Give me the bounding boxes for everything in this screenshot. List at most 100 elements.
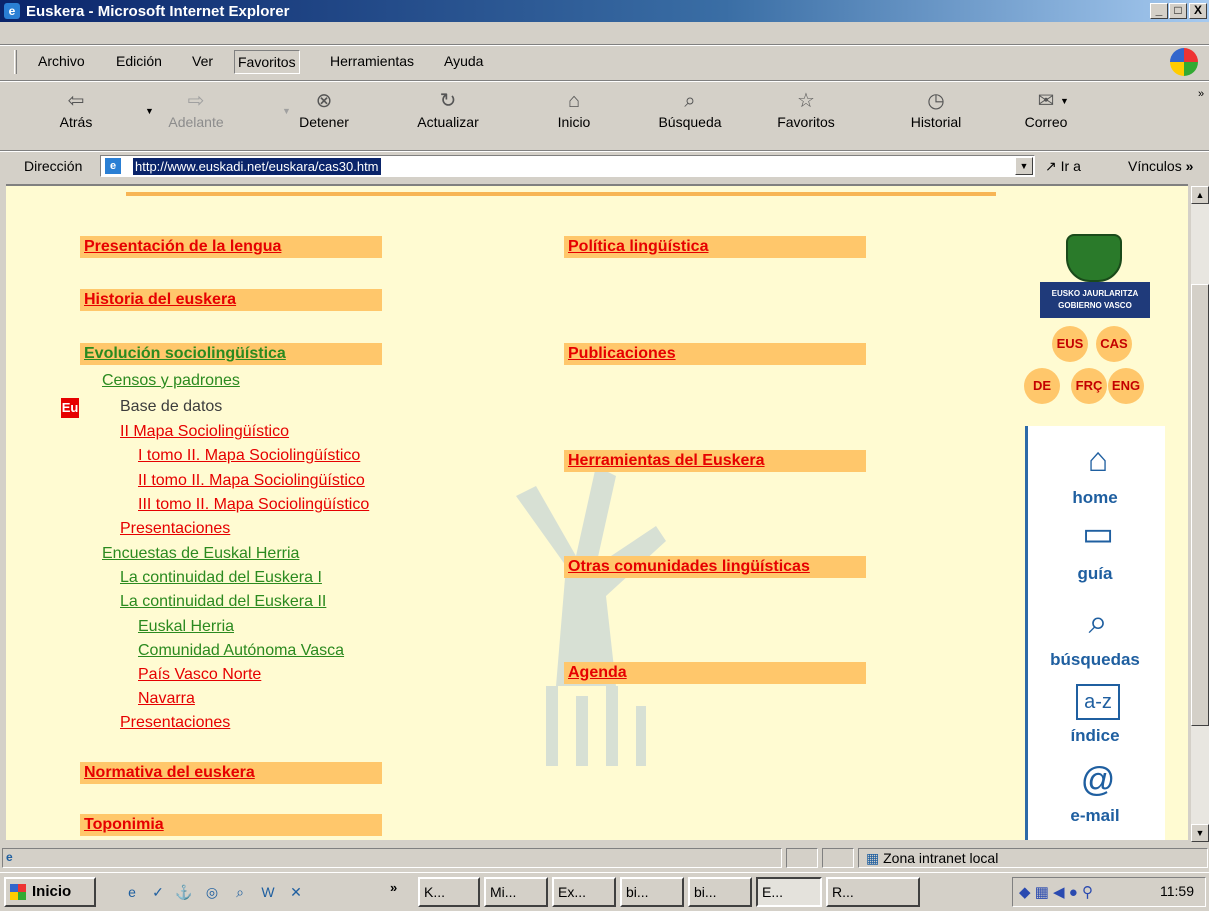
menu-ayuda[interactable]: Ayuda bbox=[444, 53, 483, 69]
eu-badge-icon[interactable]: Eu bbox=[61, 398, 79, 418]
quicklaunch-icon-3[interactable]: ⚓ bbox=[174, 882, 194, 902]
toolbar-button-6[interactable]: ⌕ Búsqueda bbox=[658, 88, 722, 130]
taskbar-task-3[interactable]: Ex... bbox=[552, 877, 616, 907]
menu-favoritos[interactable]: Favoritos bbox=[234, 50, 300, 74]
sub-pais-vasco-norte[interactable]: País Vasco Norte bbox=[138, 666, 261, 684]
sub-censos[interactable]: Censos y padrones bbox=[102, 372, 240, 390]
toolbar-button-4[interactable]: ↻ Actualizar bbox=[416, 88, 480, 130]
quicklaunch-icon-6[interactable]: W bbox=[258, 882, 278, 902]
toolbar-more-icon[interactable]: » bbox=[1198, 88, 1204, 100]
go-button[interactable]: ↗ Ir a bbox=[1045, 158, 1081, 175]
toolbar-button-9[interactable]: ✉ Correo bbox=[1014, 88, 1078, 130]
link-herramientas[interactable]: Herramientas del Euskera bbox=[568, 452, 765, 470]
quicklaunch-icon-5[interactable]: ⌕ bbox=[230, 882, 250, 902]
lang-eus-button[interactable]: EUS bbox=[1052, 326, 1088, 362]
quicklaunch-more-icon[interactable]: » bbox=[390, 880, 397, 895]
email-icon[interactable]: @ bbox=[1076, 760, 1120, 800]
coat-of-arms-icon bbox=[1066, 234, 1122, 282]
link-politica[interactable]: Política lingüística bbox=[568, 238, 708, 256]
guide-icon[interactable]: ▭ bbox=[1076, 514, 1120, 554]
sub-navarra[interactable]: Navarra bbox=[138, 690, 195, 708]
menu-archivo[interactable]: Archivo bbox=[38, 53, 85, 69]
back-dropdown-icon[interactable]: ▼ bbox=[145, 106, 154, 116]
address-input[interactable]: e http://www.euskadi.net/euskara/cas30.h… bbox=[100, 155, 1035, 177]
side-email-label[interactable]: e-mail bbox=[1028, 806, 1162, 826]
toolbar-label: Favoritos bbox=[777, 114, 835, 130]
lang-eng-button[interactable]: ENG bbox=[1108, 368, 1144, 404]
status-pane-2 bbox=[786, 848, 818, 868]
link-publicaciones[interactable]: Publicaciones bbox=[568, 345, 676, 363]
gobierno-vasco-logo[interactable]: EUSKO JAURLARITZA GOBIERNO VASCO bbox=[1040, 234, 1150, 320]
vertical-scrollbar[interactable]: ▲ ▼ bbox=[1191, 186, 1209, 842]
toolbar-button-1[interactable]: ⇦ Atrás bbox=[44, 88, 108, 130]
quicklaunch-icon-4[interactable]: ◎ bbox=[202, 882, 222, 902]
taskbar-task-1[interactable]: K... bbox=[418, 877, 480, 907]
sub-tomo-2[interactable]: II tomo II. Mapa Sociolingüístico bbox=[138, 472, 365, 490]
toolbar-button-2: ⇨ Adelante bbox=[164, 88, 228, 130]
address-url[interactable]: http://www.euskadi.net/euskara/cas30.htm bbox=[133, 158, 381, 175]
sub-euskal-herria[interactable]: Euskal Herria bbox=[138, 618, 234, 636]
toolbar-button-5[interactable]: ⌂ Inicio bbox=[542, 88, 606, 130]
sub-encuestas[interactable]: Encuestas de Euskal Herria bbox=[102, 545, 299, 563]
status-zone: ▦ Zona intranet local bbox=[866, 850, 998, 867]
links-label: Vínculos bbox=[1128, 158, 1182, 174]
side-indice-label[interactable]: índice bbox=[1028, 726, 1162, 746]
link-evolucion[interactable]: Evolución sociolingüística bbox=[84, 345, 286, 363]
title-bar: e Euskera - Microsoft Internet Explorer … bbox=[0, 0, 1209, 22]
side-home-label[interactable]: home bbox=[1028, 488, 1162, 508]
side-guia-label[interactable]: guía bbox=[1028, 564, 1162, 584]
menubar-grip[interactable] bbox=[14, 50, 17, 74]
scroll-down-icon[interactable]: ▼ bbox=[1191, 824, 1209, 842]
maximize-button[interactable]: □ bbox=[1169, 3, 1187, 19]
toolbar-button-3[interactable]: ⊗ Detener bbox=[292, 88, 356, 130]
quicklaunch-icon-7[interactable]: ✕ bbox=[286, 882, 306, 902]
sub-presentaciones-1[interactable]: Presentaciones bbox=[120, 520, 230, 538]
link-historia[interactable]: Historia del euskera bbox=[84, 291, 236, 309]
lang-cas-button[interactable]: CAS bbox=[1096, 326, 1132, 362]
quicklaunch-icon-2[interactable]: ✓ bbox=[148, 882, 168, 902]
sub-tomo-1[interactable]: I tomo II. Mapa Sociolingüístico bbox=[138, 447, 360, 465]
link-presentacion[interactable]: Presentación de la lengua bbox=[84, 238, 281, 256]
taskbar-task-2[interactable]: Mi... bbox=[484, 877, 548, 907]
address-dropdown-icon[interactable]: ▼ bbox=[1015, 157, 1033, 175]
scroll-up-icon[interactable]: ▲ bbox=[1191, 186, 1209, 204]
menu-ver[interactable]: Ver bbox=[192, 53, 213, 69]
toolbar-button-8[interactable]: ◷ Historial bbox=[904, 88, 968, 130]
taskbar-task-6[interactable]: E... bbox=[756, 877, 822, 907]
link-otras-comunidades[interactable]: Otras comunidades lingüísticas bbox=[568, 558, 810, 576]
link-agenda[interactable]: Agenda bbox=[568, 664, 627, 682]
sub-presentaciones-2[interactable]: Presentaciones bbox=[120, 714, 230, 732]
taskbar-task-5[interactable]: bi... bbox=[688, 877, 752, 907]
sub-continuidad-2[interactable]: La continuidad del Euskera II bbox=[120, 593, 326, 611]
home-icon[interactable]: ⌂ bbox=[1076, 440, 1120, 480]
taskbar-task-4[interactable]: bi... bbox=[620, 877, 684, 907]
side-busquedas-label[interactable]: búsquedas bbox=[1028, 650, 1162, 670]
tray-icons[interactable]: ◆ ▦ ◀ ● ⚲ bbox=[1019, 883, 1093, 901]
back-arrow-icon: ⇦ bbox=[67, 90, 85, 112]
link-toponimia[interactable]: Toponimia bbox=[84, 816, 164, 834]
search-icon[interactable]: ⌕ bbox=[1076, 602, 1120, 642]
menu-edicion[interactable]: Edición bbox=[116, 53, 162, 69]
scroll-thumb[interactable] bbox=[1191, 284, 1209, 726]
sub-mapa[interactable]: II Mapa Sociolingüístico bbox=[120, 423, 289, 441]
index-icon[interactable]: a-z bbox=[1076, 684, 1120, 720]
links-more-icon: » bbox=[1185, 158, 1194, 174]
toolbar-button-7[interactable]: ☆ Favoritos bbox=[774, 88, 838, 130]
lang-frc-button[interactable]: FRÇ bbox=[1071, 368, 1107, 404]
sub-cav[interactable]: Comunidad Autónoma Vasca bbox=[138, 642, 344, 660]
sub-tomo-3[interactable]: III tomo II. Mapa Sociolingüístico bbox=[138, 496, 369, 514]
quicklaunch-icon-1[interactable]: e bbox=[122, 882, 142, 902]
minimize-button[interactable]: _ bbox=[1150, 3, 1168, 19]
links-button[interactable]: Vínculos » bbox=[1128, 158, 1193, 174]
sub-continuidad-1[interactable]: La continuidad del Euskera I bbox=[120, 569, 322, 587]
menu-herramientas[interactable]: Herramientas bbox=[330, 53, 414, 69]
taskbar-task-7[interactable]: R... bbox=[826, 877, 920, 907]
mail-dropdown-icon[interactable]: ▼ bbox=[1060, 96, 1069, 106]
start-button[interactable]: Inicio bbox=[4, 877, 96, 907]
lang-de-button[interactable]: DE bbox=[1024, 368, 1060, 404]
logo-text: EUSKO JAURLARITZA GOBIERNO VASCO bbox=[1040, 282, 1150, 318]
window-title: Euskera - Microsoft Internet Explorer bbox=[26, 3, 290, 20]
close-button[interactable]: X bbox=[1189, 3, 1207, 19]
forward-dropdown-icon[interactable]: ▼ bbox=[282, 106, 291, 116]
link-normativa[interactable]: Normativa del euskera bbox=[84, 764, 255, 782]
